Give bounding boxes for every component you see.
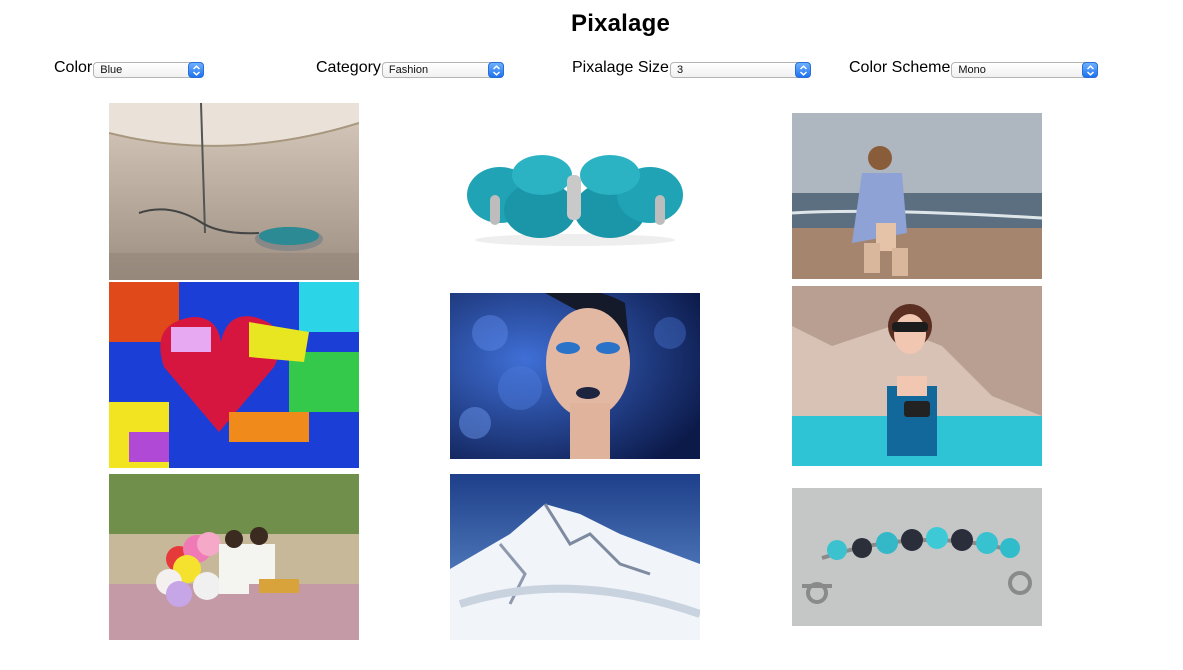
color-control: Color Blue xyxy=(54,58,205,78)
scheme-select[interactable]: Mono xyxy=(951,61,1099,78)
color-label: Color xyxy=(54,59,93,76)
snowy-mountain-photo[interactable] xyxy=(450,474,700,640)
size-select[interactable]: 3 xyxy=(669,61,811,78)
scheme-label: Color Scheme xyxy=(849,59,951,76)
gemstone-bracelet-photo[interactable] xyxy=(792,488,1042,626)
category-label: Category xyxy=(316,59,381,76)
blue-makeup-portrait-photo[interactable] xyxy=(450,293,700,459)
chevron-updown-icon xyxy=(188,61,205,78)
size-control: Pixalage Size 3 xyxy=(572,58,811,78)
color-select[interactable]: Blue xyxy=(93,61,205,78)
page-title: Pixalage xyxy=(571,10,670,37)
graffiti-heart-photo[interactable] xyxy=(109,282,359,468)
chevron-updown-icon xyxy=(1082,61,1099,78)
size-select-value: 3 xyxy=(676,63,684,76)
color-select-value: Blue xyxy=(100,63,123,76)
scheme-control: Color Scheme Mono xyxy=(849,58,1099,78)
woman-sunglasses-pool-photo[interactable] xyxy=(792,286,1042,466)
couple-balloons-photo[interactable] xyxy=(109,474,359,640)
pixalage-page: Pixalage Color Blue Category Fashion Pix… xyxy=(0,0,1183,670)
beach-woman-photo[interactable] xyxy=(792,113,1042,279)
necklace-pendant-photo[interactable] xyxy=(109,103,359,280)
chevron-updown-icon xyxy=(794,61,811,78)
scheme-select-value: Mono xyxy=(958,63,986,76)
turquoise-bracelet-photo[interactable] xyxy=(450,140,700,250)
category-control: Category Fashion xyxy=(316,58,504,78)
chevron-updown-icon xyxy=(487,61,504,78)
category-select[interactable]: Fashion xyxy=(381,61,504,78)
size-label: Pixalage Size xyxy=(572,59,669,76)
category-select-value: Fashion xyxy=(388,63,429,76)
